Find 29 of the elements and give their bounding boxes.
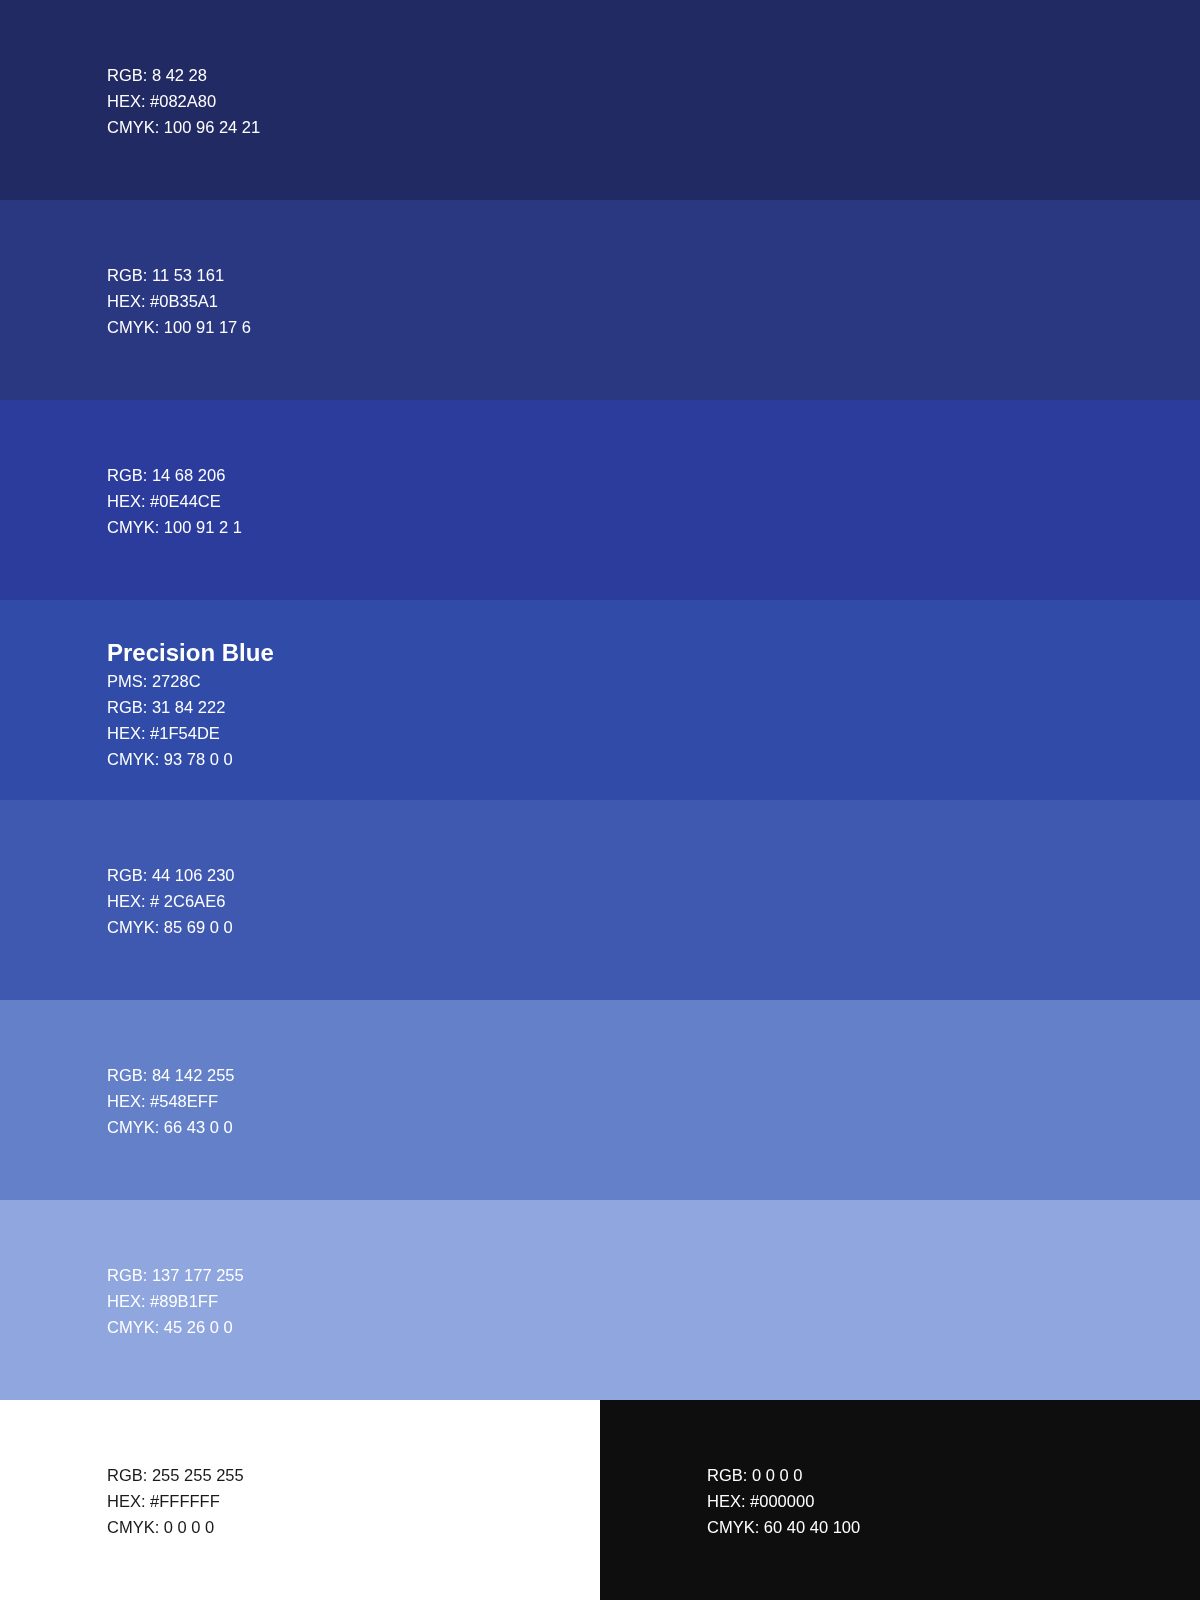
- swatch-value: RGB: 14 68 206: [107, 465, 226, 486]
- swatch-value: HEX: #0B35A1: [107, 291, 218, 312]
- swatch-value: RGB: 84 142 255: [107, 1065, 235, 1086]
- swatch-value: HEX: #000000: [707, 1491, 815, 1512]
- swatch-value: RGB: 137 177 255: [107, 1265, 244, 1286]
- swatch-value: HEX: #89B1FF: [107, 1291, 218, 1312]
- swatch-value: RGB: 8 42 28: [107, 65, 207, 86]
- swatch-value: RGB: 11 53 161: [107, 265, 225, 286]
- swatch-value: HEX: #082A80: [107, 91, 217, 112]
- swatch-value: RGB: 255 255 255: [107, 1465, 244, 1486]
- swatch-value: HEX: #548EFF: [107, 1091, 218, 1112]
- swatch-value: CMYK: 100 96 24 21: [107, 117, 261, 138]
- swatch-value: CMYK: 60 40 40 100: [707, 1517, 861, 1538]
- swatch-value: RGB: 31 84 222: [107, 697, 226, 718]
- swatch-value: RGB: 44 106 230: [107, 865, 235, 886]
- swatch-value: CMYK: 66 43 0 0: [107, 1117, 233, 1138]
- swatch-value: CMYK: 93 78 0 0: [107, 749, 233, 770]
- swatch-value: RGB: 0 0 0 0: [707, 1465, 803, 1486]
- swatch-value: HEX: #0E44CE: [107, 491, 221, 512]
- swatch-value: CMYK: 85 69 0 0: [107, 917, 233, 938]
- swatch-value: CMYK: 45 26 0 0: [107, 1317, 233, 1338]
- swatch-value: CMYK: 100 91 17 6: [107, 317, 251, 338]
- swatch-value: CMYK: 100 91 2 1: [107, 517, 242, 538]
- swatch-title: Precision Blue: [107, 638, 274, 668]
- swatch-value: HEX: #FFFFFF: [107, 1491, 220, 1512]
- swatch-value: HEX: #1F54DE: [107, 723, 220, 744]
- swatch-value: HEX: # 2C6AE6: [107, 891, 226, 912]
- swatch-value: CMYK: 0 0 0 0: [107, 1517, 215, 1538]
- swatch-value: PMS: 2728C: [107, 671, 201, 692]
